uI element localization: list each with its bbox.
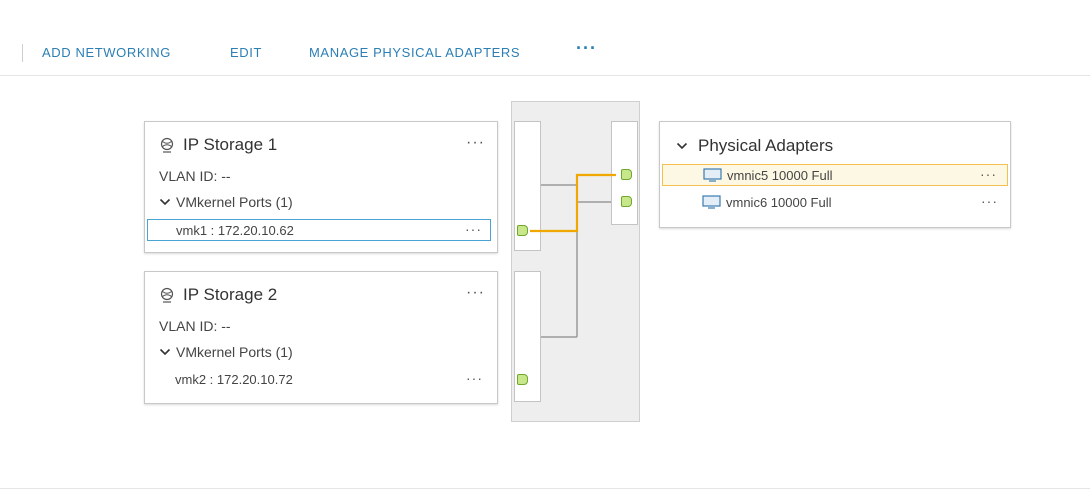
- physical-adapter-more-button[interactable]: ···: [980, 166, 997, 182]
- network-adapter-icon: [703, 168, 722, 182]
- chevron-down-icon: [676, 142, 688, 150]
- physical-adapter-label: vmnic6 10000 Full: [726, 195, 832, 210]
- vmkernel-port-connector[interactable]: [517, 374, 528, 385]
- vmkernel-port-connector[interactable]: [517, 225, 528, 236]
- physical-adapter-label: vmnic5 10000 Full: [727, 168, 833, 183]
- network-adapter-icon: [702, 195, 721, 209]
- physical-adapter-more-button[interactable]: ···: [981, 193, 998, 209]
- bottom-divider: [0, 488, 1090, 489]
- uplink-port-connector[interactable]: [621, 196, 632, 207]
- uplink-port-connector[interactable]: [621, 169, 632, 180]
- connection-lines: [530, 173, 616, 338]
- physical-adapters-toggle[interactable]: Physical Adapters: [676, 136, 833, 156]
- physical-adapters-title: Physical Adapters: [698, 136, 834, 155]
- physical-adapters-panel: Physical Adapters vmnic5 10000 Full ··· …: [659, 121, 1011, 228]
- physical-adapter-row[interactable]: vmnic5 10000 Full ···: [662, 164, 1008, 186]
- physical-adapter-row[interactable]: vmnic6 10000 Full ···: [662, 192, 1008, 214]
